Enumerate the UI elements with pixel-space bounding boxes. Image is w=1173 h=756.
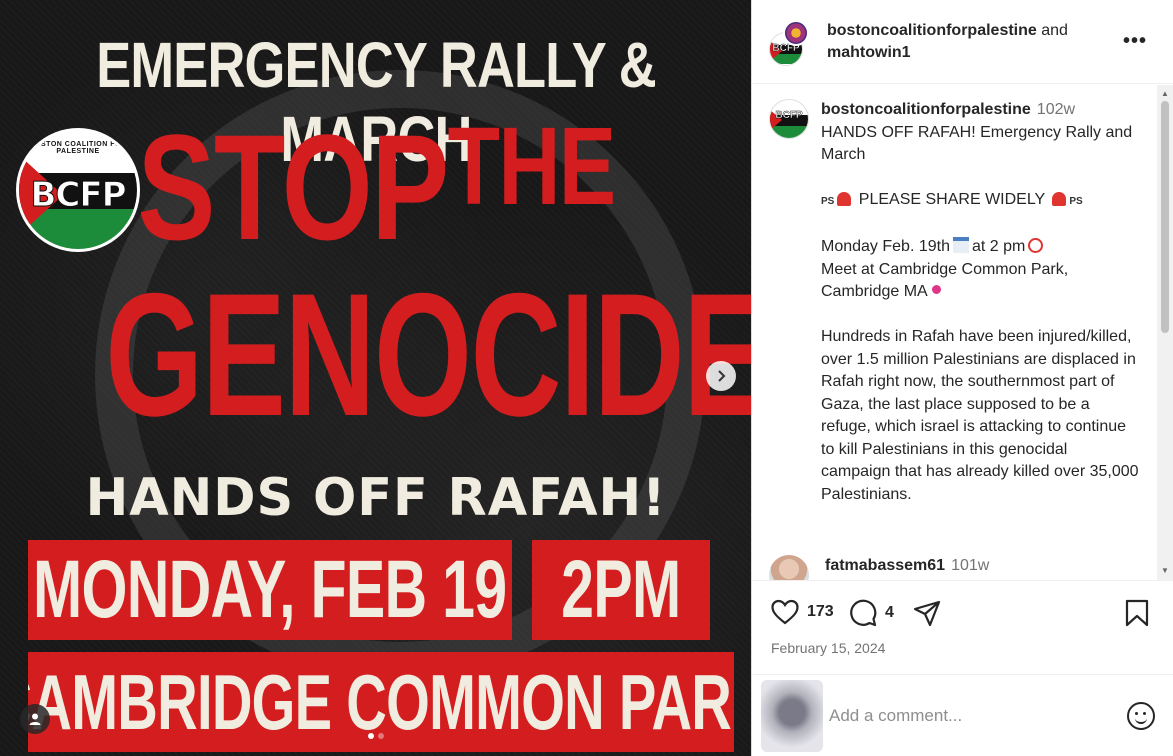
scrollbar-thumb[interactable]: [1161, 101, 1169, 333]
caption-share-line: PS PLEASE SHARE WIDELY PS: [821, 189, 1139, 214]
caption-username[interactable]: bostoncoalitionforpalestine: [821, 101, 1031, 118]
author-and: and: [1036, 21, 1068, 39]
comment-input[interactable]: Add a comment...: [829, 706, 1127, 726]
caption-where: Cambridge MA: [821, 281, 1139, 304]
ps-icon: PS: [1069, 196, 1083, 207]
ps-icon: PS: [821, 196, 835, 207]
scroll-up-icon[interactable]: ▲: [1160, 89, 1170, 99]
like-count[interactable]: 173: [807, 603, 834, 621]
alarm-clock-icon: [1028, 238, 1044, 253]
next-slide-button[interactable]: [706, 361, 736, 391]
share-button[interactable]: [913, 599, 941, 627]
logo-ring-text: BOSTON COALITION FOR PALESTINE: [29, 141, 127, 155]
comment-username[interactable]: fatmabassem61: [825, 557, 945, 574]
paper-plane-icon: [913, 600, 941, 627]
caption-header: bostoncoalitionforpalestine 102w: [821, 99, 1139, 122]
comment-time[interactable]: 101w: [951, 557, 989, 574]
save-button[interactable]: [1125, 599, 1149, 627]
comment-item: fatmabassem61 101w: [769, 555, 1139, 580]
poster-stop-the: STOPTHE: [83, 112, 670, 263]
caption-when-time: at 2 pm: [971, 238, 1026, 255]
caption-share: PLEASE SHARE WIDELY: [858, 191, 1045, 208]
comments-scroll-area[interactable]: BCFP bostoncoalitionforpalestine 102w HAN…: [753, 85, 1173, 580]
caption-when-date: Monday Feb. 19th: [821, 238, 950, 255]
poster-the: THE: [447, 105, 616, 228]
siren-icon: [837, 192, 852, 206]
poster-time: 2PM: [561, 544, 681, 635]
author-link-1[interactable]: bostoncoalitionforpalestine: [827, 22, 1037, 39]
caption-time[interactable]: 102w: [1037, 101, 1075, 118]
more-options-button[interactable]: •••: [1123, 30, 1147, 53]
post-header: BCFP bostoncoalitionforpalestine and mah…: [753, 0, 1173, 84]
bcfp-logo: BOSTON COALITION FOR PALESTINE BCFP: [16, 128, 140, 252]
poster-date: MONDAY, FEB 19: [33, 544, 507, 635]
caption-when: Monday Feb. 19th at 2 pm: [821, 236, 1139, 259]
comment-count[interactable]: 4: [885, 604, 894, 622]
caption-body: Hundreds in Rafah have been injured/kill…: [821, 328, 1139, 503]
post-actions: 173 4: [753, 580, 1173, 644]
avatar-mahtowin1: [783, 19, 809, 46]
carousel-dots: [0, 726, 751, 744]
heart-icon: [771, 599, 799, 625]
caption-line-1: HANDS OFF RAFAH! Emergency Rally and Mar…: [821, 123, 1133, 164]
post-authors: bostoncoalitionforpalestine and mahtowin…: [827, 20, 1068, 64]
caption-where-b: Cambridge MA: [821, 283, 928, 300]
poster-date-box: MONDAY, FEB 19: [28, 540, 512, 640]
logo-monogram: BCFP: [30, 175, 127, 216]
add-comment-bar: Add a comment...: [753, 674, 1173, 756]
commenter-avatar[interactable]: [769, 555, 809, 580]
author-link-2[interactable]: mahtowin1: [827, 44, 911, 61]
siren-icon: [1052, 192, 1067, 206]
poster-time-box: 2PM: [532, 540, 710, 640]
caption-avatar[interactable]: BCFP: [769, 99, 809, 139]
current-user-avatar: [761, 679, 823, 752]
scroll-down-icon[interactable]: ▼: [1160, 566, 1170, 576]
poster-genocide: GENOCIDE: [105, 258, 752, 453]
like-button[interactable]: 173: [771, 599, 834, 625]
post-caption: BCFP bostoncoalitionforpalestine 102w HAN…: [769, 99, 1139, 506]
calendar-icon: [952, 237, 969, 253]
collab-avatars[interactable]: BCFP: [769, 19, 817, 66]
poster-hands-off: HANDS OFF RAFAH!: [85, 468, 667, 528]
poster-stop: STOP: [137, 103, 449, 271]
bookmark-icon: [1125, 599, 1149, 627]
person-tag-icon: [29, 713, 41, 725]
comment-button[interactable]: 4: [849, 599, 894, 627]
chevron-right-icon: [718, 370, 726, 382]
post-side-panel: BCFP bostoncoalitionforpalestine and mah…: [753, 0, 1173, 756]
smiley-icon[interactable]: [1127, 701, 1155, 730]
scrollbar[interactable]: ▲ ▼: [1157, 85, 1173, 580]
pin-icon: [931, 285, 941, 294]
comment-bubble-icon: [850, 599, 877, 627]
caption-where-a: Meet at Cambridge Common Park,: [821, 260, 1069, 278]
post-date[interactable]: February 15, 2024: [771, 640, 885, 656]
post-media[interactable]: EMERGENCY RALLY & MARCH STOPTHE GENOCIDE…: [0, 0, 752, 756]
